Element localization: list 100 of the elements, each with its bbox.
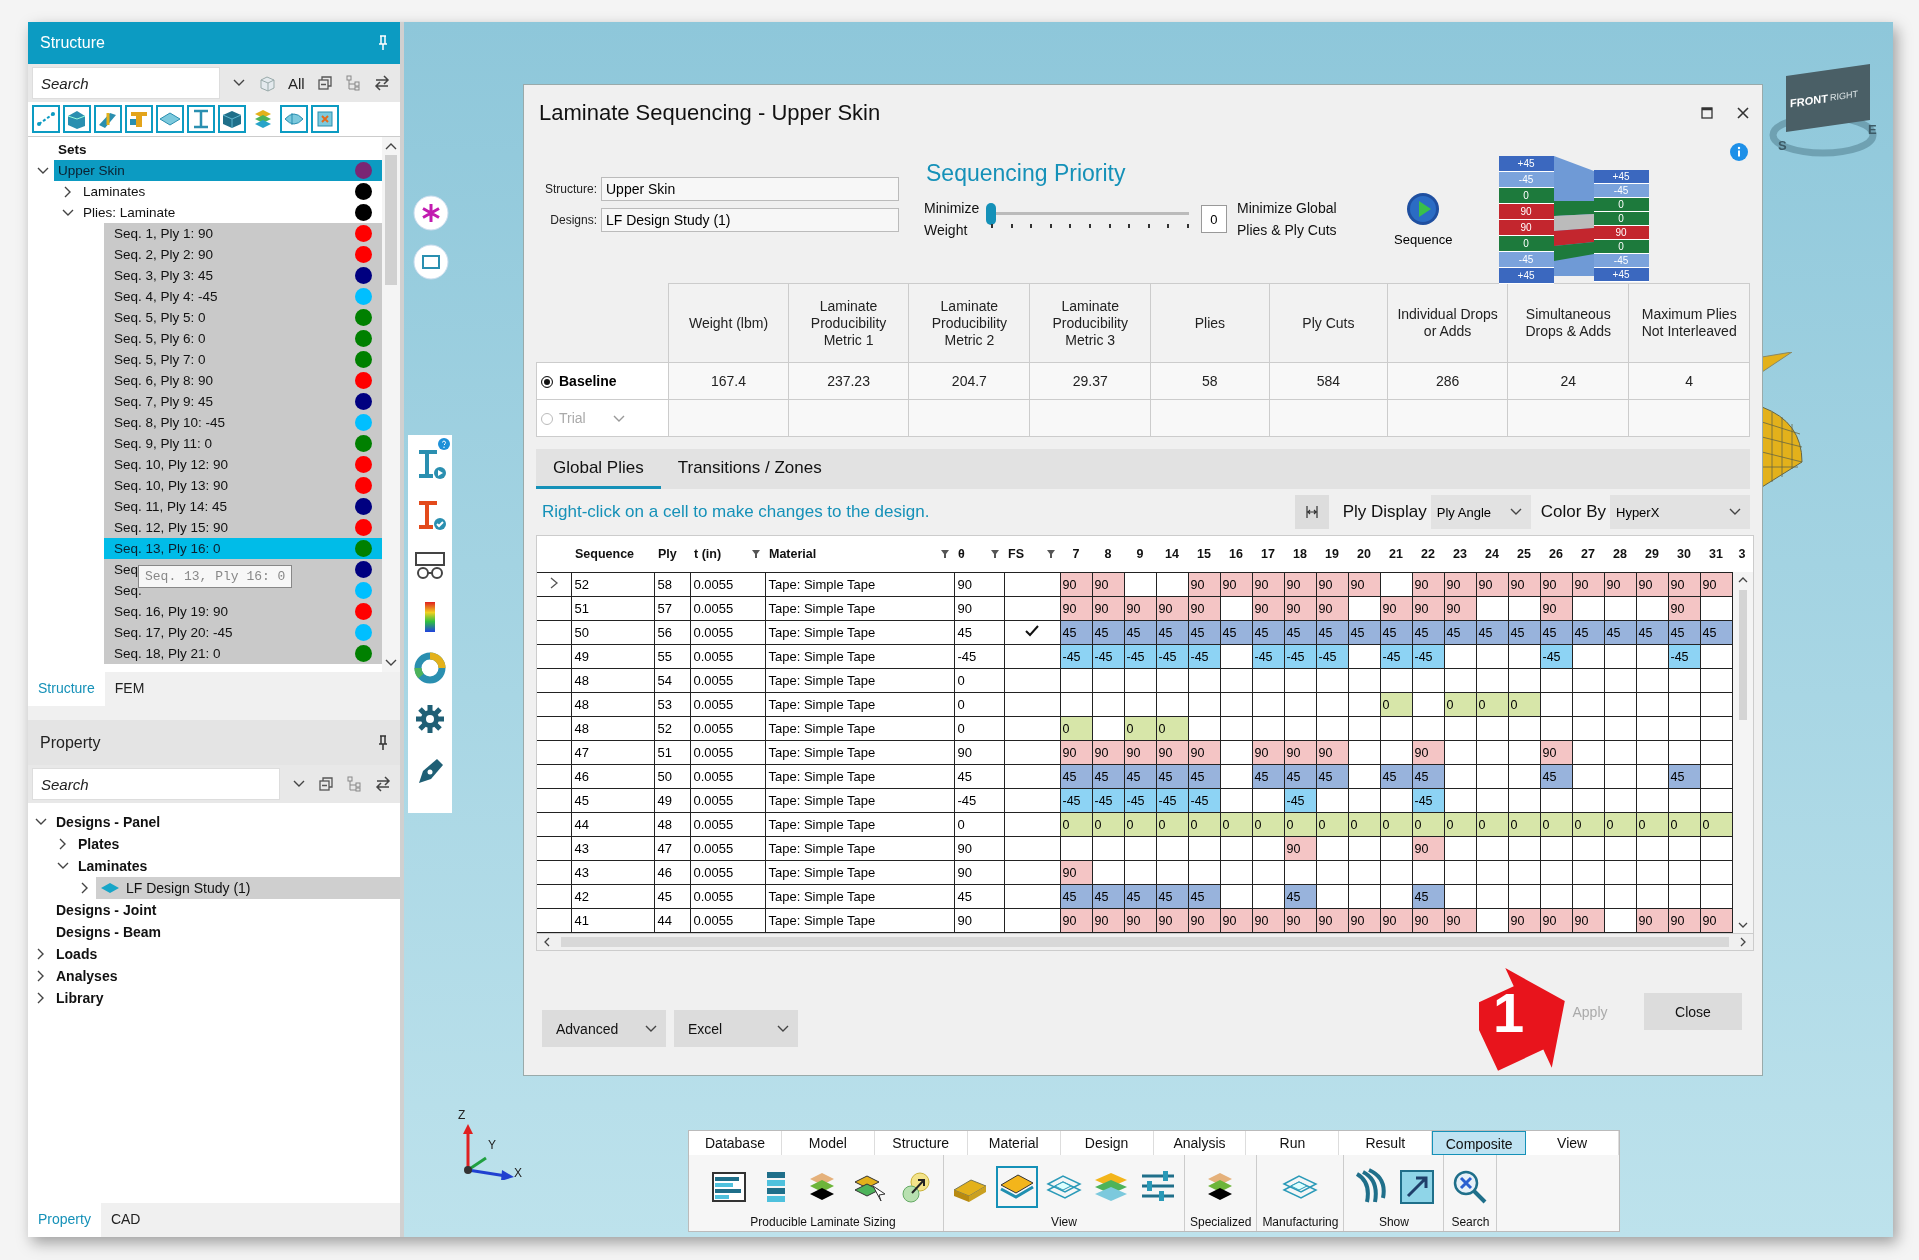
table-cell: 51 xyxy=(654,740,690,765)
table-cell: 50 xyxy=(654,764,690,789)
group-label: Search xyxy=(1451,1215,1490,1231)
table-cell: 48 xyxy=(571,692,654,717)
ply-label: -45 xyxy=(1593,254,1649,268)
table-cell: 90 xyxy=(954,836,1004,861)
field-label: Designs: xyxy=(549,213,597,227)
table-cell: 237.23 xyxy=(788,362,909,400)
table-cell: 0.0055 xyxy=(690,572,765,597)
ply-label: 0 xyxy=(1498,236,1554,252)
table-cell: 52 xyxy=(571,572,654,597)
row-label: Trial xyxy=(559,410,586,427)
table-cell: Tape: Simple Tape xyxy=(765,716,954,741)
cube-face-label: FRONT xyxy=(1790,92,1828,110)
compass-label: E xyxy=(1868,122,1877,137)
table-cell: Tape: Simple Tape xyxy=(765,836,954,861)
table-cell: Tape: Simple Tape xyxy=(765,860,954,885)
table-cell: Tape: Simple Tape xyxy=(765,596,954,621)
table-cell: 45 xyxy=(954,764,1004,789)
table-cell: Tape: Simple Tape xyxy=(765,692,954,717)
axis-label: Z xyxy=(458,1108,466,1122)
table-cell: 47 xyxy=(571,740,654,765)
table-cell: 46 xyxy=(654,860,690,885)
table-cell: 0 xyxy=(954,668,1004,693)
table-cell: 0.0055 xyxy=(690,716,765,741)
table-cell: Tape: Simple Tape xyxy=(765,812,954,837)
ply-label: 0 xyxy=(1593,212,1649,226)
table-cell: 42 xyxy=(571,884,654,909)
table-cell: 0.0055 xyxy=(690,884,765,909)
dialog-title: Laminate Sequencing - Upper Skin xyxy=(538,99,882,126)
callout-number: 1 xyxy=(1493,985,1525,1041)
table-cell: 90 xyxy=(954,908,1004,933)
column-header: Maximum Plies Not Interleaved xyxy=(1628,283,1750,363)
table-cell: Tape: Simple Tape xyxy=(765,764,954,789)
tooltip: Seq. 13, Ply 16: 0 xyxy=(138,565,293,588)
group-label: Producible Laminate Sizing xyxy=(750,1215,896,1231)
slider-label: Minimize Weight xyxy=(924,199,980,240)
table-cell: Tape: Simple Tape xyxy=(765,572,954,597)
group-label: Specialized xyxy=(1190,1215,1252,1231)
axis-label: X xyxy=(514,1166,522,1180)
table-cell: 0 xyxy=(954,716,1004,741)
ply-label: 0 xyxy=(1593,240,1649,254)
ply-label: 0 xyxy=(1498,188,1554,204)
panel-title: Structure xyxy=(40,34,105,52)
column-header: Laminate Producibility Metric 1 xyxy=(788,283,909,363)
column-header: Ply Cuts xyxy=(1269,283,1388,363)
table-cell: 90 xyxy=(954,596,1004,621)
table-cell: 56 xyxy=(654,620,690,645)
ply-label: +45 xyxy=(1498,268,1554,284)
table-cell: 0 xyxy=(954,692,1004,717)
table-cell: 55 xyxy=(654,644,690,669)
table-cell: -45 xyxy=(954,788,1004,813)
table-cell: -45 xyxy=(954,644,1004,669)
table-cell: 29.37 xyxy=(1029,362,1151,400)
table-cell: 50 xyxy=(571,620,654,645)
ply-label: +45 xyxy=(1498,156,1554,172)
ply-label: +45 xyxy=(1593,170,1649,184)
ply-label: 90 xyxy=(1593,226,1649,240)
group-label: Show xyxy=(1378,1215,1409,1231)
table-cell: 0.0055 xyxy=(690,812,765,837)
group-label: Manufacturing xyxy=(1262,1215,1339,1231)
table-cell: 58 xyxy=(1150,362,1270,400)
table-cell: 54 xyxy=(654,668,690,693)
table-cell: Tape: Simple Tape xyxy=(765,908,954,933)
table-cell: 584 xyxy=(1269,362,1388,400)
table-cell: 45 xyxy=(654,884,690,909)
column-header: Laminate Producibility Metric 3 xyxy=(1029,283,1151,363)
table-cell: 45 xyxy=(954,620,1004,645)
table-cell: 90 xyxy=(954,740,1004,765)
table-cell: 51 xyxy=(571,596,654,621)
hint-text: Right-click on a cell to make changes to the design. xyxy=(541,502,931,522)
table-cell: 44 xyxy=(654,908,690,933)
table-cell: 45 xyxy=(571,788,654,813)
column-header: Simultaneous Drops & Adds xyxy=(1507,283,1629,363)
panel-title: Property xyxy=(40,733,101,752)
table-cell: 48 xyxy=(571,716,654,741)
table-cell: 0.0055 xyxy=(690,908,765,933)
table-cell: 49 xyxy=(654,788,690,813)
cube-face-label: RIGHT xyxy=(1829,88,1858,103)
table-cell: 52 xyxy=(654,716,690,741)
field-label: Structure: xyxy=(543,182,597,196)
column-header: Weight (lbm) xyxy=(668,283,789,363)
table-cell: 4 xyxy=(1628,362,1750,400)
compass-label: S xyxy=(1778,138,1787,153)
table-cell: 0.0055 xyxy=(690,740,765,765)
table-cell: 48 xyxy=(571,668,654,693)
table-cell: 0.0055 xyxy=(690,836,765,861)
ply-label: -45 xyxy=(1498,252,1554,268)
table-cell: 24 xyxy=(1507,362,1629,400)
table-cell: 45 xyxy=(954,884,1004,909)
table-cell: Tape: Simple Tape xyxy=(765,668,954,693)
ply-label: +45 xyxy=(1593,268,1649,282)
ply-label: -45 xyxy=(1498,172,1554,188)
section-title: Sequencing Priority xyxy=(926,160,1127,187)
table-cell: 0.0055 xyxy=(690,620,765,645)
column-header: Individual Drops or Adds xyxy=(1387,283,1508,363)
table-cell: 43 xyxy=(571,860,654,885)
table-cell: Tape: Simple Tape xyxy=(765,740,954,765)
table-cell: 0.0055 xyxy=(690,692,765,717)
column-header: Plies xyxy=(1150,283,1270,363)
